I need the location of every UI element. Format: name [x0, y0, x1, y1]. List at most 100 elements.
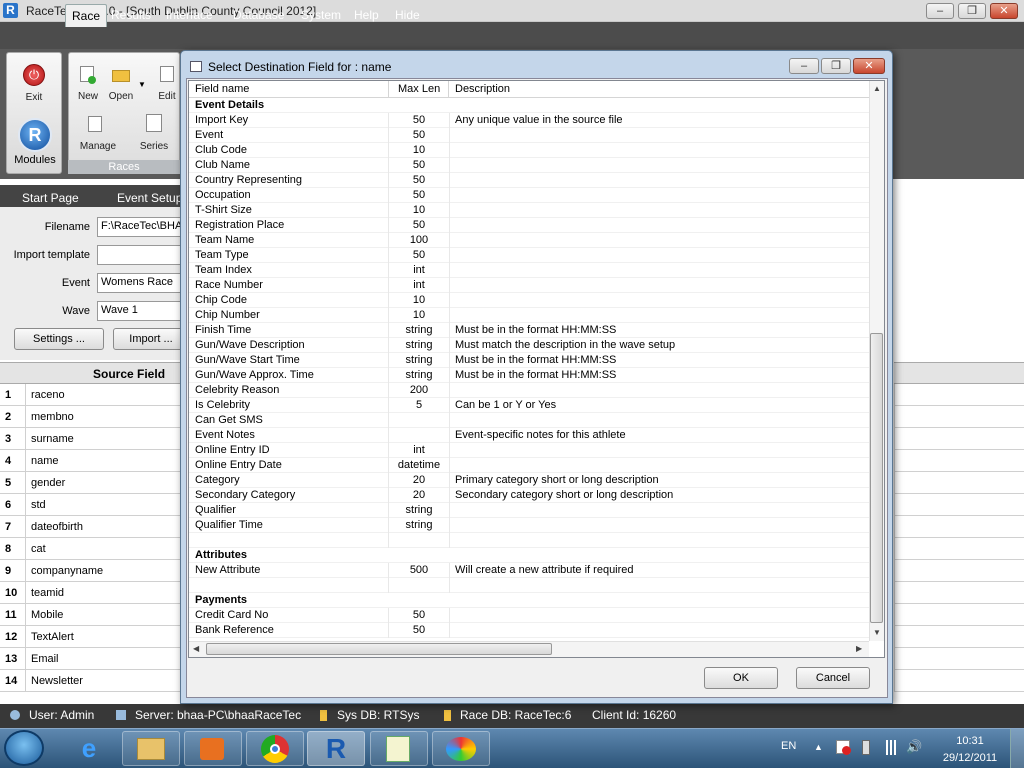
- source-row-right-cell[interactable]: [894, 516, 1024, 538]
- field-row[interactable]: Can Get SMS: [189, 413, 869, 428]
- source-row[interactable]: 2 membno: [0, 406, 180, 428]
- clock-time[interactable]: 10:31: [940, 735, 1000, 747]
- field-row[interactable]: Chip Code 10: [189, 293, 869, 308]
- internet-explorer-icon[interactable]: e: [72, 734, 106, 762]
- nav-event-setup[interactable]: Event Setup: [117, 191, 182, 205]
- power-icon[interactable]: ⏻: [23, 64, 45, 86]
- source-row-right-cell[interactable]: [894, 626, 1024, 648]
- source-row[interactable]: 11 Mobile: [0, 604, 180, 626]
- field-row[interactable]: Chip Number 10: [189, 308, 869, 323]
- column-divider[interactable]: [388, 81, 389, 98]
- field-row[interactable]: Finish Time string Must be in the format H…: [189, 323, 869, 338]
- scroll-down-icon[interactable]: ▼: [873, 628, 881, 637]
- field-row[interactable]: Online Entry ID int: [189, 443, 869, 458]
- source-row-right-cell[interactable]: [894, 472, 1024, 494]
- field-row[interactable]: Celebrity Reason 200: [189, 383, 869, 398]
- field-row[interactable]: Bank Reference 50: [189, 623, 869, 638]
- vertical-scroll-thumb[interactable]: [870, 333, 883, 623]
- col-header-description[interactable]: Description: [455, 83, 510, 95]
- scroll-right-icon[interactable]: ▶: [856, 644, 862, 653]
- settings-button[interactable]: Settings ...: [14, 328, 104, 350]
- source-row-right-cell[interactable]: [894, 384, 1024, 406]
- series-icon[interactable]: [146, 114, 162, 132]
- edit-icon[interactable]: [160, 66, 174, 82]
- field-row[interactable]: [189, 578, 869, 593]
- field-row[interactable]: Gun/Wave Description string Must match the…: [189, 338, 869, 353]
- field-row[interactable]: Is Celebrity 5 Can be 1 or Y or Yes: [189, 398, 869, 413]
- source-row[interactable]: 7 dateofbirth: [0, 516, 180, 538]
- tab-system[interactable]: System: [295, 4, 347, 27]
- field-row[interactable]: Gun/Wave Approx. Time string Must be in th…: [189, 368, 869, 383]
- source-row[interactable]: 4 name: [0, 450, 180, 472]
- source-row[interactable]: 6 std: [0, 494, 180, 516]
- tab-interface[interactable]: Interface: [160, 4, 219, 27]
- tab-results[interactable]: Results: [105, 4, 157, 27]
- scroll-up-icon[interactable]: ▲: [873, 84, 881, 93]
- dialog-restore-button[interactable]: ❐: [821, 58, 851, 74]
- tab-database[interactable]: Database: [227, 4, 290, 27]
- field-row[interactable]: Occupation 50: [189, 188, 869, 203]
- ok-button[interactable]: OK: [704, 667, 778, 689]
- restore-button[interactable]: ❐: [958, 3, 986, 19]
- col-header-max-len[interactable]: Max Len: [398, 83, 440, 95]
- open-folder-icon[interactable]: [112, 70, 130, 82]
- tab-race[interactable]: Race: [65, 4, 108, 27]
- nav-start-page[interactable]: Start Page: [22, 191, 79, 205]
- field-row[interactable]: New Attribute 500 Will create a new attrib…: [189, 563, 869, 578]
- scroll-left-icon[interactable]: ◀: [193, 644, 199, 653]
- dialog-close-button[interactable]: ✕: [853, 58, 885, 74]
- cancel-button[interactable]: Cancel: [796, 667, 870, 689]
- source-row-right-cell[interactable]: [894, 428, 1024, 450]
- source-row-right-cell[interactable]: [894, 450, 1024, 472]
- filename-field[interactable]: F:\RaceTec\BHA: [97, 217, 187, 237]
- source-row-right-cell[interactable]: [894, 582, 1024, 604]
- field-row[interactable]: Registration Place 50: [189, 218, 869, 233]
- minimize-button[interactable]: –: [926, 3, 954, 19]
- source-row[interactable]: 12 TextAlert: [0, 626, 180, 648]
- wave-field[interactable]: Wave 1: [97, 301, 187, 321]
- manage-button[interactable]: Manage: [78, 141, 118, 152]
- col-header-field-name[interactable]: Field name: [195, 83, 249, 95]
- exit-label[interactable]: Exit: [14, 92, 54, 103]
- volume-icon[interactable]: 🔊: [906, 739, 922, 755]
- manage-icon[interactable]: [88, 116, 102, 132]
- source-row[interactable]: 1 raceno: [0, 384, 180, 406]
- field-row[interactable]: T-Shirt Size 10: [189, 203, 869, 218]
- field-row[interactable]: Club Name 50: [189, 158, 869, 173]
- field-row[interactable]: Qualifier string: [189, 503, 869, 518]
- import-button[interactable]: Import ...: [113, 328, 189, 350]
- field-row[interactable]: Import Key 50 Any unique value in the sour…: [189, 113, 869, 128]
- field-row[interactable]: Gun/Wave Start Time string Must be in the …: [189, 353, 869, 368]
- tab-help[interactable]: Help: [348, 4, 385, 27]
- source-row[interactable]: 8 cat: [0, 538, 180, 560]
- field-row[interactable]: Team Name 100: [189, 233, 869, 248]
- dropdown-arrow-icon[interactable]: ▼: [138, 80, 146, 89]
- event-field[interactable]: Womens Race: [97, 273, 187, 293]
- source-row-right-cell[interactable]: [894, 406, 1024, 428]
- show-hidden-icons-icon[interactable]: ▲: [814, 742, 823, 752]
- source-row[interactable]: 13 Email: [0, 648, 180, 670]
- field-row[interactable]: Credit Card No 50: [189, 608, 869, 623]
- modules-icon[interactable]: R: [18, 118, 52, 152]
- field-row[interactable]: Qualifier Time string: [189, 518, 869, 533]
- dialog-minimize-button[interactable]: –: [789, 58, 819, 74]
- source-row[interactable]: 14 Newsletter: [0, 670, 180, 692]
- new-button[interactable]: New: [74, 91, 102, 102]
- column-divider[interactable]: [448, 81, 449, 98]
- source-row[interactable]: 3 surname: [0, 428, 180, 450]
- field-row[interactable]: Category 20 Primary category short or long…: [189, 473, 869, 488]
- clock-date[interactable]: 29/12/2011: [940, 752, 1000, 764]
- field-row[interactable]: [189, 533, 869, 548]
- source-row-right-cell[interactable]: [894, 560, 1024, 582]
- field-row[interactable]: Country Representing 50: [189, 173, 869, 188]
- start-button[interactable]: [4, 730, 44, 766]
- source-row-right-cell[interactable]: [894, 494, 1024, 516]
- field-row[interactable]: Event Notes Event-specific notes for this…: [189, 428, 869, 443]
- field-row[interactable]: Team Index int: [189, 263, 869, 278]
- field-row[interactable]: Secondary Category 20 Secondary category s…: [189, 488, 869, 503]
- source-row[interactable]: 9 companyname: [0, 560, 180, 582]
- modules-label[interactable]: Modules: [12, 154, 58, 166]
- source-row[interactable]: 5 gender: [0, 472, 180, 494]
- source-row-right-cell[interactable]: [894, 648, 1024, 670]
- network-icon[interactable]: [883, 740, 899, 755]
